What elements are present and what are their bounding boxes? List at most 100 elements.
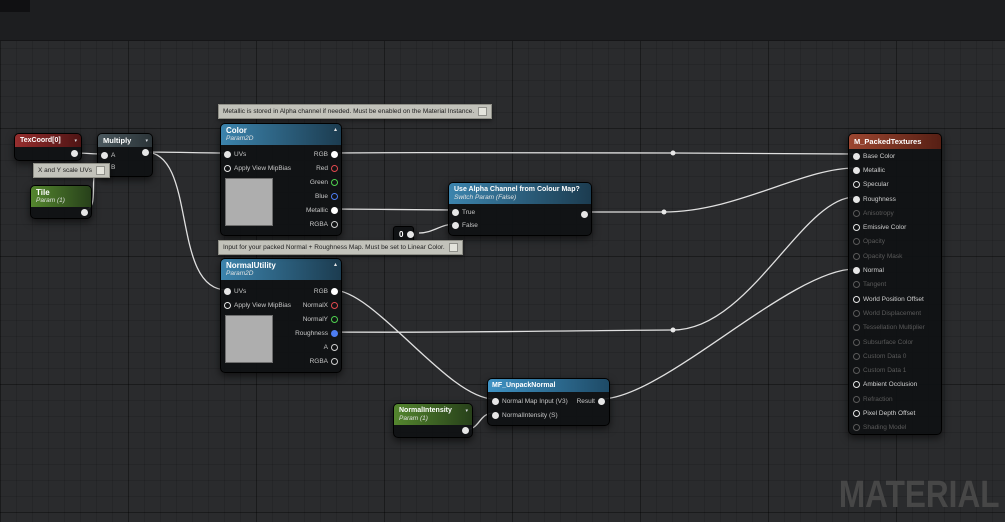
node-header[interactable]: NormalIntensity ▾ Param (1)	[394, 404, 472, 425]
input-pin[interactable]	[492, 411, 499, 419]
node-header[interactable]: Multiply ▾	[98, 134, 152, 147]
material-input-row[interactable]: Anisotropy	[849, 206, 941, 220]
input-pin[interactable]	[224, 287, 231, 295]
node-header[interactable]: NormalUtility ▴ Param2D	[221, 259, 341, 280]
material-input-row[interactable]: Metallic	[849, 163, 941, 177]
node-header[interactable]: TexCoord[0] ▾	[15, 134, 81, 147]
input-pin[interactable]	[492, 397, 499, 405]
input-pin[interactable]	[853, 424, 860, 432]
material-input-row[interactable]: Custom Data 1	[849, 363, 941, 377]
material-input-row[interactable]: Tangent	[849, 278, 941, 292]
bubble-pin-icon[interactable]	[448, 243, 458, 252]
wire-switch-to-metallic[interactable]	[585, 167, 856, 213]
material-input-row[interactable]: Tessellation Multiplier	[849, 321, 941, 335]
chevron-down-icon[interactable]: ▾	[74, 137, 77, 146]
output-pin[interactable]	[331, 220, 338, 228]
output-pin[interactable]	[331, 178, 338, 186]
input-pin[interactable]	[853, 195, 860, 203]
material-input-row[interactable]: Custom Data 0	[849, 349, 941, 363]
output-pin[interactable]	[331, 150, 338, 158]
wire-rgb-to-unpack-input[interactable]	[332, 289, 495, 400]
output-pin[interactable]	[331, 357, 338, 365]
input-pin[interactable]	[853, 181, 860, 189]
material-input-row[interactable]: Shading Model	[849, 421, 941, 435]
reroute-dot[interactable]	[661, 209, 667, 215]
node-header[interactable]: Tile Param (1)	[31, 186, 91, 207]
output-pin[interactable]	[462, 427, 469, 434]
reroute-dot[interactable]	[670, 327, 676, 333]
wire-multiply-to-normalutility-uvs[interactable]	[144, 151, 228, 291]
reroute-dot[interactable]	[670, 150, 676, 156]
chevron-down-icon[interactable]: ▾	[145, 137, 148, 146]
texture-preview[interactable]	[225, 315, 273, 363]
node-normal-intensity[interactable]: NormalIntensity ▾ Param (1)	[393, 403, 473, 438]
input-pin[interactable]	[101, 151, 108, 159]
node-unpack-normal[interactable]: MF_UnpackNormal Normal Map Input (V3) Re…	[487, 378, 610, 426]
input-pin[interactable]	[452, 209, 459, 216]
material-input-row[interactable]: Base Color	[849, 149, 941, 163]
texture-preview[interactable]	[225, 178, 273, 226]
output-pin[interactable]	[598, 397, 605, 405]
input-pin[interactable]	[224, 164, 231, 172]
node-header[interactable]: Use Alpha Channel from Colour Map? Switc…	[449, 183, 591, 204]
collapse-icon[interactable]: ▴	[334, 261, 337, 270]
material-input-row[interactable]: Ambient Occlusion	[849, 378, 941, 392]
output-pin[interactable]	[581, 211, 588, 218]
input-pin[interactable]	[853, 409, 860, 417]
node-normal-utility[interactable]: NormalUtility ▴ Param2D UVs Apply View M…	[220, 258, 342, 373]
output-pin[interactable]	[331, 329, 338, 337]
input-pin[interactable]	[452, 222, 459, 229]
wire-color-metallic-to-switch-true[interactable]	[332, 208, 456, 211]
input-pin[interactable]	[853, 295, 860, 303]
output-pin[interactable]	[331, 164, 338, 172]
node-alpha-switch[interactable]: Use Alpha Channel from Colour Map? Switc…	[448, 182, 592, 236]
material-graph-canvas[interactable]: MATERIAL TexCoord[0] ▾ Multiply ▾ A B X …	[0, 0, 1005, 522]
output-pin[interactable]	[331, 192, 338, 200]
wire-roughness-to-material[interactable]	[332, 196, 856, 333]
input-pin[interactable]	[853, 238, 860, 246]
node-header[interactable]: MF_UnpackNormal	[488, 379, 609, 392]
output-pin[interactable]	[331, 206, 338, 214]
input-pin[interactable]	[853, 267, 860, 275]
wire-multiply-to-color-uvs[interactable]	[144, 151, 228, 154]
material-input-row[interactable]: Subsurface Color	[849, 335, 941, 349]
output-pin[interactable]	[331, 287, 338, 295]
output-pin[interactable]	[142, 149, 149, 156]
input-pin[interactable]	[853, 209, 860, 217]
bubble-pin-icon[interactable]	[478, 107, 488, 116]
material-input-row[interactable]: World Position Offset	[849, 292, 941, 306]
wire-color-rgb-to-base-color[interactable]	[332, 151, 856, 155]
material-input-row[interactable]: Emissive Color	[849, 220, 941, 234]
output-pin[interactable]	[331, 301, 338, 309]
input-pin[interactable]	[853, 152, 860, 160]
material-input-row[interactable]: Specular	[849, 178, 941, 192]
node-header[interactable]: M_PackedTextures	[849, 134, 941, 149]
node-color-texture[interactable]: Color ▴ Param2D UVs Apply View MipBias R…	[220, 123, 342, 236]
output-pin[interactable]	[71, 150, 78, 157]
input-pin[interactable]	[853, 395, 860, 403]
input-pin[interactable]	[853, 352, 860, 360]
material-input-row[interactable]: Roughness	[849, 192, 941, 206]
input-pin[interactable]	[853, 166, 860, 174]
input-pin[interactable]	[853, 324, 860, 332]
node-tile[interactable]: Tile Param (1)	[30, 185, 92, 219]
material-input-row[interactable]: Opacity	[849, 235, 941, 249]
material-input-row[interactable]: Pixel Depth Offset	[849, 406, 941, 420]
node-texcoord[interactable]: TexCoord[0] ▾	[14, 133, 82, 161]
input-pin[interactable]	[853, 338, 860, 346]
input-pin[interactable]	[853, 381, 860, 389]
material-input-row[interactable]: Refraction	[849, 392, 941, 406]
input-pin[interactable]	[224, 301, 231, 309]
output-pin[interactable]	[81, 209, 88, 216]
wire-unpack-result-to-normal[interactable]	[600, 268, 856, 400]
bubble-pin-icon[interactable]	[95, 166, 105, 175]
input-pin[interactable]	[853, 252, 860, 260]
input-pin[interactable]	[853, 367, 860, 375]
material-input-row[interactable]: World Displacement	[849, 306, 941, 320]
input-pin[interactable]	[853, 224, 860, 232]
node-material-result[interactable]: M_PackedTextures Base Color Metallic Spe…	[848, 133, 942, 435]
output-pin[interactable]	[407, 231, 415, 238]
output-pin[interactable]	[331, 315, 338, 323]
collapse-icon[interactable]: ▴	[334, 126, 337, 135]
output-pin[interactable]	[331, 343, 338, 351]
